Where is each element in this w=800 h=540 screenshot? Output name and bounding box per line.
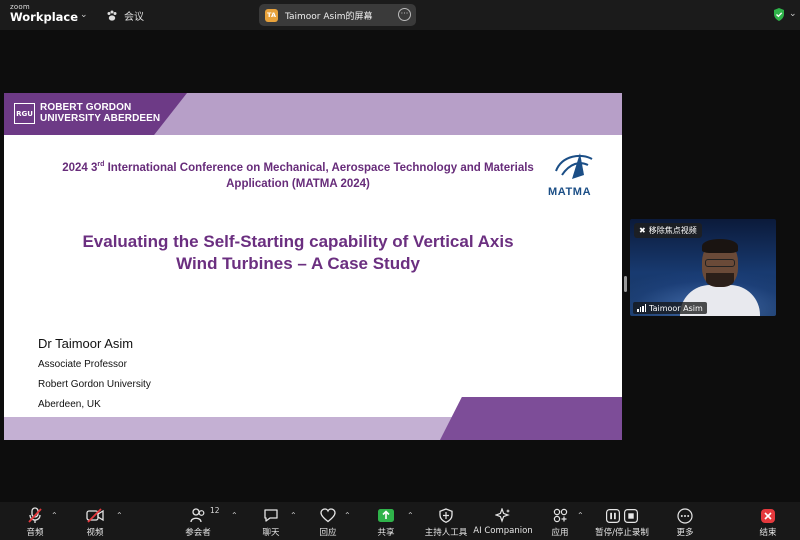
shared-screen-slide: RGU ROBERT GORDON UNIVERSITY ABERDEEN 20… xyxy=(4,93,622,440)
apps-grid-icon xyxy=(553,508,567,523)
slide-title-line1: Evaluating the Self-Starting capability … xyxy=(82,232,514,251)
slide-footer-accent xyxy=(440,397,622,440)
chevron-down-icon[interactable]: ⌄ xyxy=(80,10,88,20)
camera-off-icon xyxy=(86,508,104,523)
conference-line2: Application (MATMA 2024) xyxy=(226,177,370,190)
participant-name: Taimoor Asim xyxy=(649,303,703,313)
ai-companion-label: AI Companion xyxy=(473,526,533,536)
meeting-toolbar: 音频 ⌃ 视频 ⌃ 参会者 12 ⌃ 聊天 ⌃ 回应 ⌃ 共享 ⌃ 主持人工具 … xyxy=(0,502,800,540)
shield-icon xyxy=(439,508,453,523)
meeting-label: 会议 xyxy=(124,12,144,23)
slide-title-line2: Wind Turbines – A Case Study xyxy=(176,254,420,273)
chevron-up-icon[interactable]: ⌃ xyxy=(290,511,297,520)
more-options-icon[interactable]: ··· xyxy=(398,8,411,21)
more-label: 更多 xyxy=(676,528,694,538)
chevron-up-icon[interactable]: ⌃ xyxy=(344,511,351,520)
participant-hair xyxy=(702,239,738,253)
host-tools-label: 主持人工具 xyxy=(424,528,468,538)
participants-icon xyxy=(190,508,205,523)
stop-icon xyxy=(624,508,638,523)
security-shield-icon[interactable] xyxy=(773,8,785,21)
brand-large-text: Workplace xyxy=(10,10,79,24)
university-name-line1: ROBERT GORDON xyxy=(40,102,132,113)
more-button[interactable]: 更多 xyxy=(655,507,715,538)
screen-share-indicator[interactable]: TA Taimoor Asim的屏幕 ··· xyxy=(259,4,416,26)
participant-glasses xyxy=(705,259,735,267)
resize-handle[interactable] xyxy=(624,276,627,292)
chevron-down-icon[interactable]: ⌄ xyxy=(789,9,797,19)
end-meeting-button[interactable]: 结束 xyxy=(738,507,798,538)
close-icon xyxy=(761,508,775,523)
top-bar: zoom Workplace ⌄ 会议 TA Taimoor Asim的屏幕 ·… xyxy=(0,0,800,30)
ai-companion-button[interactable]: AI Companion xyxy=(473,507,533,536)
presenter-role: Associate Professor xyxy=(38,359,127,370)
end-label: 结束 xyxy=(759,528,777,538)
heart-icon xyxy=(320,508,336,523)
apps-label: 应用 xyxy=(551,528,569,538)
sparkle-icon xyxy=(495,508,510,523)
rgu-mark: RGU xyxy=(14,103,35,124)
pin-icon: ✖ xyxy=(639,226,646,235)
react-label: 回应 xyxy=(319,528,337,538)
participant-beard xyxy=(706,273,734,287)
matma-logo-text: MATMA xyxy=(548,186,592,198)
presenter-name: Dr Taimoor Asim xyxy=(38,336,134,351)
share-screen-icon xyxy=(378,509,394,522)
microphone-muted-icon xyxy=(28,507,42,523)
slide-title: Evaluating the Self-Starting capability … xyxy=(44,231,552,275)
university-name: ROBERT GORDON UNIVERSITY ABERDEEN xyxy=(40,102,160,124)
presenter-info: Dr Taimoor Asim Associate Professor Robe… xyxy=(38,336,151,419)
share-title: Taimoor Asim的屏幕 xyxy=(285,11,373,22)
unpin-video-button[interactable]: ✖ 移除焦点视频 xyxy=(634,223,702,238)
more-icon xyxy=(677,507,693,524)
signal-strength-icon xyxy=(637,304,646,312)
chat-label: 聊天 xyxy=(262,528,280,538)
presenter-location: Aberdeen, UK xyxy=(38,399,101,410)
presenter-org: Robert Gordon University xyxy=(38,379,151,390)
record-label: 暂停/停止录制 xyxy=(595,528,649,538)
paw-icon xyxy=(107,10,117,21)
chevron-up-icon[interactable]: ⌃ xyxy=(231,511,238,520)
chevron-up-icon[interactable]: ⌃ xyxy=(407,511,414,520)
unpin-label: 移除焦点视频 xyxy=(648,226,697,235)
record-controls-button[interactable]: 暂停/停止录制 xyxy=(589,507,655,538)
participants-count: 12 xyxy=(210,506,220,515)
host-tools-button[interactable]: 主持人工具 xyxy=(416,507,476,538)
app-logo[interactable]: zoom Workplace xyxy=(10,4,78,24)
chevron-up-icon[interactable]: ⌃ xyxy=(577,511,584,520)
meeting-menu[interactable]: 会议 xyxy=(106,8,144,23)
conference-rest: International Conference on Mechanical, … xyxy=(104,161,534,174)
participants-label: 参会者 xyxy=(185,528,211,538)
university-name-line2: UNIVERSITY ABERDEEN xyxy=(40,113,161,124)
share-label: 共享 xyxy=(377,528,395,538)
pause-icon xyxy=(606,508,620,523)
participant-video-tile[interactable]: ✖ 移除焦点视频 Taimoor Asim xyxy=(630,219,776,316)
conference-prefix: 2024 3 xyxy=(62,161,98,174)
chevron-up-icon[interactable]: ⌃ xyxy=(51,511,58,520)
chevron-up-icon[interactable]: ⌃ xyxy=(116,511,123,520)
participant-name-tag: Taimoor Asim xyxy=(633,302,707,314)
audio-label: 音频 xyxy=(26,528,44,538)
conference-title: 2024 3rd International Conference on Mec… xyxy=(44,157,552,192)
chat-bubble-icon xyxy=(264,509,278,522)
video-label: 视频 xyxy=(86,528,104,538)
presenter-avatar: TA xyxy=(265,8,278,22)
